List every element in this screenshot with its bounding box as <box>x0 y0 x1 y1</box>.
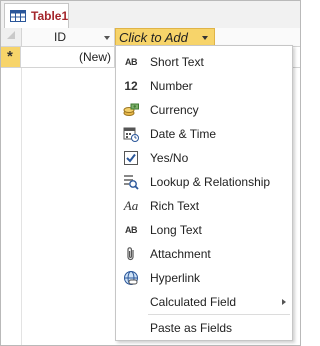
menu-item-calculated-field[interactable]: Calculated Field <box>116 290 292 314</box>
menu-item-attachment[interactable]: Attachment <box>116 242 292 266</box>
column-header-id-label: ID <box>54 30 66 44</box>
menu-item-label: Date & Time <box>150 127 217 141</box>
column-header-id[interactable]: ID <box>22 28 115 46</box>
currency-icon <box>123 102 139 118</box>
menu-item-label: Hyperlink <box>150 271 201 285</box>
checkbox-icon <box>123 150 139 166</box>
tab-table1[interactable]: Table1 <box>4 3 69 28</box>
menu-item-rich-text[interactable]: Aa Rich Text <box>116 194 292 218</box>
select-all-button[interactable] <box>1 28 22 46</box>
chevron-down-icon[interactable] <box>104 36 110 40</box>
menu-item-currency[interactable]: Currency <box>116 98 292 122</box>
new-record-icon: * <box>7 48 13 65</box>
number-icon: 12 <box>124 79 138 93</box>
menu-item-date-time[interactable]: Date & Time <box>116 122 292 146</box>
tab-label: Table1 <box>31 9 69 23</box>
chevron-right-icon <box>282 299 286 305</box>
hyperlink-icon <box>123 270 139 286</box>
menu-item-paste-as-fields[interactable]: Paste as Fields <box>116 316 292 340</box>
menu-item-label: Number <box>150 79 193 93</box>
click-to-add-label: Click to Add <box>119 30 188 45</box>
menu-item-label: Paste as Fields <box>150 321 233 335</box>
menu-item-yes-no[interactable]: Yes/No <box>116 146 292 170</box>
menu-item-label: Short Text <box>150 55 204 69</box>
short-text-icon: AB <box>125 57 138 67</box>
menu-item-label: Calculated Field <box>150 295 237 309</box>
select-all-icon <box>7 31 15 39</box>
menu-item-label: Yes/No <box>150 151 189 165</box>
menu-item-label: Lookup & Relationship <box>150 175 271 189</box>
tab-strip: Table1 <box>1 1 300 29</box>
menu-item-label: Attachment <box>150 247 211 261</box>
datasheet-window: Table1 ID Click to Add * (New) AB Short … <box>0 0 301 346</box>
lookup-icon <box>123 174 139 190</box>
rich-text-icon: Aa <box>123 198 139 213</box>
menu-item-long-text[interactable]: AB Long Text <box>116 218 292 242</box>
chevron-down-icon[interactable] <box>202 36 208 40</box>
new-record-id-cell[interactable]: (New) <box>22 47 115 67</box>
record-selector[interactable]: * <box>1 47 21 67</box>
calendar-icon <box>123 126 139 142</box>
field-type-menu: AB Short Text 12 Number Currency Date & … <box>115 45 293 341</box>
menu-item-number[interactable]: 12 Number <box>116 74 292 98</box>
menu-item-label: Long Text <box>150 223 202 237</box>
click-to-add-header[interactable]: Click to Add <box>115 28 215 46</box>
menu-item-label: Currency <box>150 103 199 117</box>
table-icon <box>10 10 26 22</box>
record-selector-gutter <box>1 68 22 345</box>
menu-item-hyperlink[interactable]: Hyperlink <box>116 266 292 290</box>
paperclip-icon <box>123 246 139 262</box>
new-record-id-value: (New) <box>79 50 111 64</box>
menu-separator <box>148 314 290 315</box>
menu-item-lookup-relationship[interactable]: Lookup & Relationship <box>116 170 292 194</box>
long-text-icon: AB <box>125 225 138 235</box>
menu-item-label: Rich Text <box>150 199 200 213</box>
menu-item-short-text[interactable]: AB Short Text <box>116 50 292 74</box>
